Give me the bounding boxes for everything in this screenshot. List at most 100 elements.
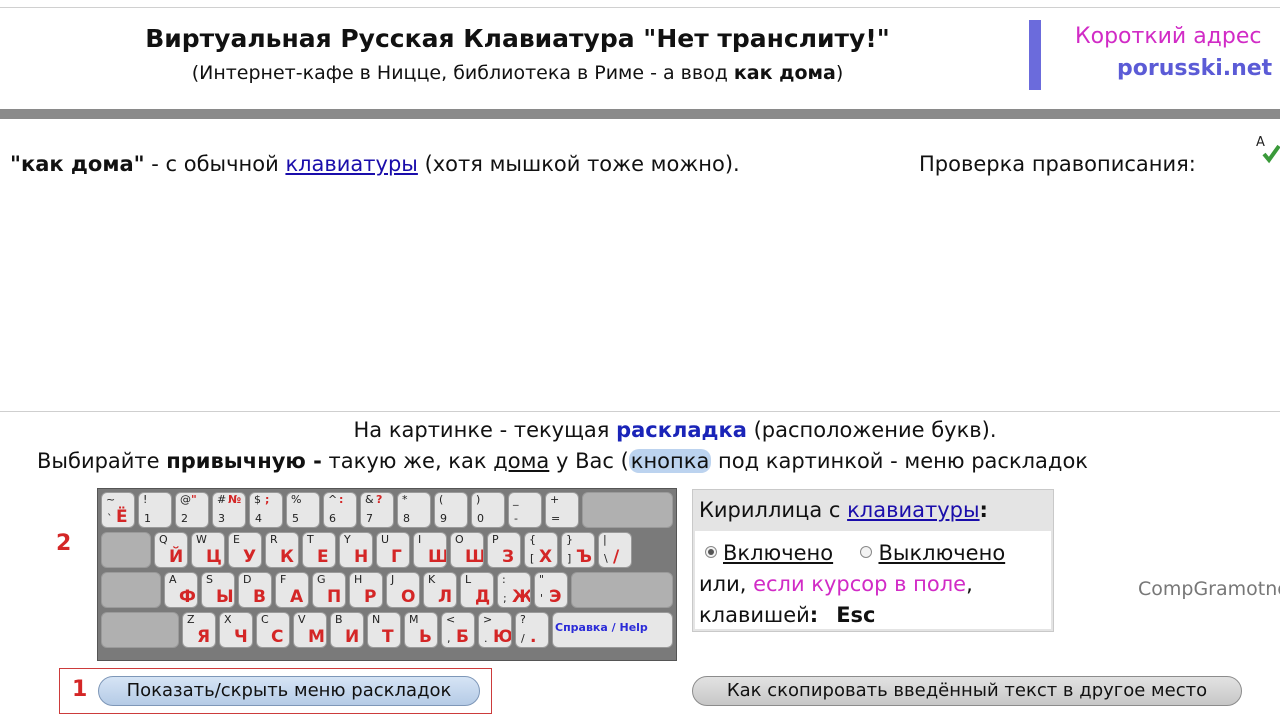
text-editor[interactable] xyxy=(0,186,1280,412)
key[interactable]: MЬ xyxy=(404,612,438,648)
key[interactable]: QЙ xyxy=(154,532,188,568)
key[interactable]: | \ / xyxy=(598,532,632,568)
key-glyph-cy: К xyxy=(280,547,294,567)
copy-help-button[interactable]: Как скопировать введённый текст в другое… xyxy=(692,676,1242,706)
key[interactable]: }] Ъ xyxy=(561,532,595,568)
key-glyph-cy: Э xyxy=(549,587,562,607)
key[interactable]: AФ xyxy=(164,572,198,608)
spellcheck-icon[interactable]: A xyxy=(1254,132,1280,164)
key[interactable]: GП xyxy=(312,572,346,608)
virtual-keyboard[interactable]: ~ ` Ё! 1 @ " 2 # № 3 $; 4% 5 ^:6 &? 7 * 8(9) 0 _ - + = Q Й W Ц E У R К… xyxy=(97,488,677,661)
key[interactable]: FА xyxy=(275,572,309,608)
key[interactable]: EУ xyxy=(228,532,262,568)
key-glyph-lo: 0 xyxy=(477,512,484,525)
help-key[interactable]: Справка / Help xyxy=(552,612,673,648)
left-shift-key[interactable] xyxy=(101,612,179,648)
radio-on-label[interactable]: Включено xyxy=(723,541,833,565)
key[interactable]: NТ xyxy=(367,612,401,648)
panel-body: Включено Выключено или, если курсор в по… xyxy=(695,531,1051,629)
toggle-layouts-menu-button[interactable]: Показать/скрыть меню раскладок xyxy=(98,676,480,706)
key-glyph-up: Q xyxy=(159,533,168,546)
key[interactable]: SЫ xyxy=(201,572,235,608)
key-glyph-lo: 9 xyxy=(440,512,447,525)
key-glyph-up: } xyxy=(566,533,573,546)
key[interactable]: <, Б xyxy=(441,612,475,648)
key-glyph-cy: Ы xyxy=(216,587,234,607)
key[interactable]: _ - xyxy=(508,492,542,528)
side-text: CompGramotnost xyxy=(1138,578,1280,600)
short-address-link[interactable]: porusski.net xyxy=(1117,56,1272,81)
panel-keyboard-link[interactable]: клавиатуры xyxy=(847,498,979,522)
caps-lock-key[interactable] xyxy=(101,572,161,608)
key[interactable]: ~ ` Ё xyxy=(101,492,135,528)
key-glyph-cy: Г xyxy=(391,547,402,567)
key[interactable]: OЩ xyxy=(450,532,484,568)
key[interactable]: ? /. xyxy=(515,612,549,648)
key[interactable]: " ' Э xyxy=(534,572,568,608)
key[interactable]: JО xyxy=(386,572,420,608)
key[interactable]: UГ xyxy=(376,532,410,568)
key[interactable]: ! 1 xyxy=(138,492,172,528)
key-glyph-up: % xyxy=(291,493,302,506)
key-glyph-up: V xyxy=(298,613,306,626)
key[interactable]: {[Х xyxy=(524,532,558,568)
radio-off[interactable] xyxy=(860,546,873,558)
radio-on[interactable] xyxy=(705,546,717,558)
key[interactable]: KЛ xyxy=(423,572,457,608)
radio-off-label[interactable]: Выключено xyxy=(878,541,1005,565)
key-glyph-lo: \ xyxy=(604,552,608,565)
key[interactable]: @ " 2 xyxy=(175,492,209,528)
key-glyph-lo: ; xyxy=(503,592,507,605)
key-glyph-up: " xyxy=(539,573,545,586)
key[interactable]: HР xyxy=(349,572,383,608)
key-glyph-cy: Т xyxy=(382,627,394,647)
key[interactable]: XЧ xyxy=(219,612,253,648)
key-glyph-up: W xyxy=(196,533,207,546)
key[interactable]: $; 4 xyxy=(249,492,283,528)
key[interactable]: TЕ xyxy=(302,532,336,568)
key[interactable]: ZЯ xyxy=(182,612,216,648)
key[interactable]: * 8 xyxy=(397,492,431,528)
key-glyph-up: # xyxy=(217,493,227,506)
backspace-key[interactable] xyxy=(582,492,673,528)
panel-title: Кириллица с клавиатуры: xyxy=(699,498,988,522)
key-glyph-up: S xyxy=(206,573,213,586)
key-glyph-lo: 2 xyxy=(181,512,188,525)
key[interactable]: YН xyxy=(339,532,373,568)
key-glyph-cy: Ф xyxy=(179,587,196,607)
enter-key[interactable] xyxy=(571,572,673,608)
key-glyph-up: F xyxy=(280,573,287,586)
key[interactable]: ^:6 xyxy=(323,492,357,528)
key[interactable]: # № 3 xyxy=(212,492,246,528)
key-glyph-cy: Ь xyxy=(419,627,432,647)
key-glyph-cy: С xyxy=(271,627,284,647)
key[interactable]: VМ xyxy=(293,612,327,648)
key-glyph-up: Y xyxy=(344,533,351,546)
key-glyph-up: ( xyxy=(439,493,444,506)
key[interactable]: LД xyxy=(460,572,494,608)
key[interactable]: PЗ xyxy=(487,532,521,568)
key[interactable]: RК xyxy=(265,532,299,568)
key[interactable]: DВ xyxy=(238,572,272,608)
key-glyph-cy: Ч xyxy=(234,627,248,647)
tab-key[interactable] xyxy=(101,532,151,568)
key[interactable]: ) 0 xyxy=(471,492,505,528)
key[interactable]: IШ xyxy=(413,532,447,568)
key-glyph-up: X xyxy=(224,613,232,626)
key[interactable]: :; Ж xyxy=(497,572,531,608)
key-glyph-up: D xyxy=(243,573,252,586)
key[interactable]: % 5 xyxy=(286,492,320,528)
key-glyph-up: ^ xyxy=(328,493,338,506)
key[interactable]: CС xyxy=(256,612,290,648)
key[interactable]: &? 7 xyxy=(360,492,394,528)
key[interactable]: (9 xyxy=(434,492,468,528)
key[interactable]: + = xyxy=(545,492,579,528)
key-glyph-up: E xyxy=(233,533,240,546)
key-glyph-lo: 7 xyxy=(366,512,373,525)
key[interactable]: BИ xyxy=(330,612,364,648)
key[interactable]: WЦ xyxy=(191,532,225,568)
keyboard-link[interactable]: клавиатуры xyxy=(285,152,417,176)
key[interactable]: >. Ю xyxy=(478,612,512,648)
key-glyph-up: + xyxy=(550,493,560,506)
key-glyph-cy: Щ xyxy=(465,548,483,566)
